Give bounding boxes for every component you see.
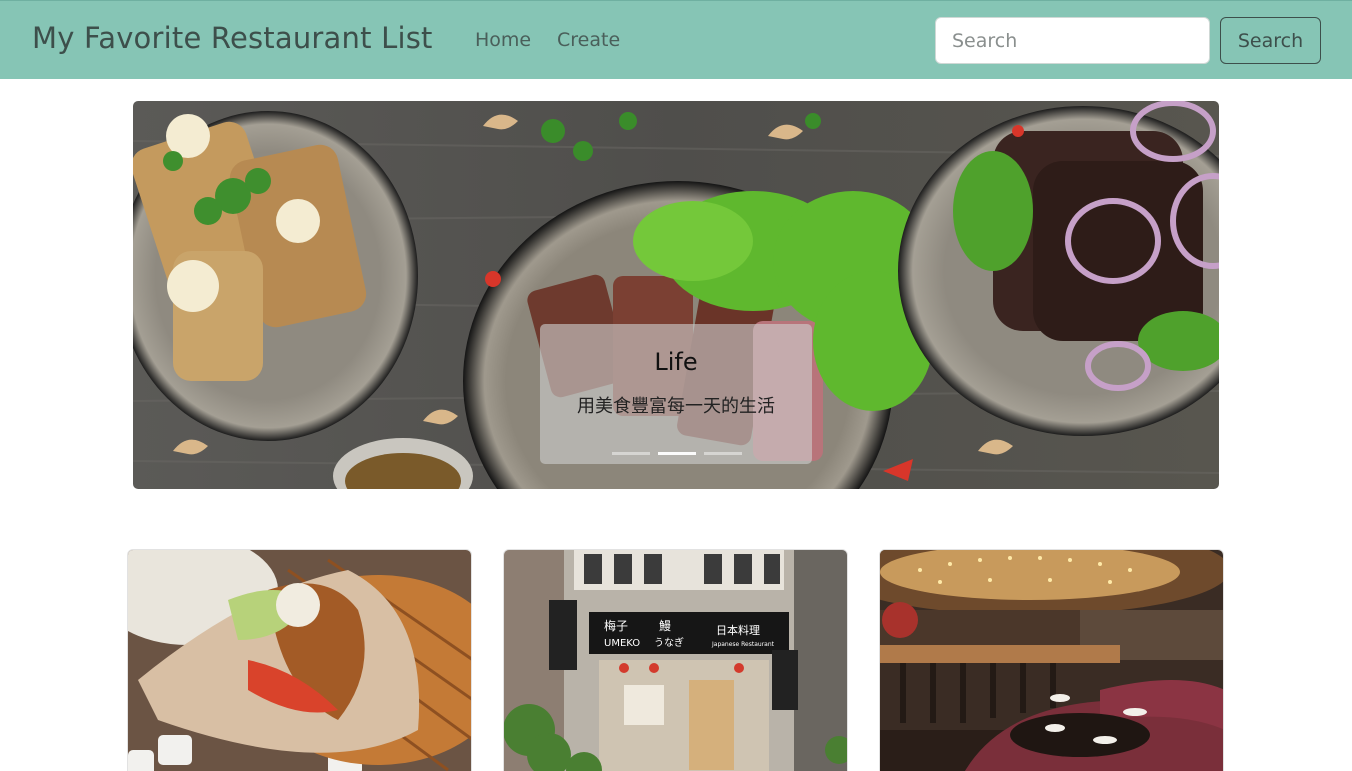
carousel-caption: Life 用美食豐富每一天的生活 [540,324,812,464]
navbar: My Favorite Restaurant List Home Create … [0,0,1352,79]
restaurant-card[interactable] [879,549,1224,771]
restaurant-photo-pita-wrap [128,550,471,771]
restaurant-card[interactable]: 梅子 UMEKO 鰻 うなぎ 日本料理 Japanese Restaurant [503,549,848,771]
sign-text-japanese-restaurant: Japanese Restaurant [711,641,775,648]
sign-text-nihon-ryori: 日本料理 [716,623,760,637]
sign-text-unagi: うなぎ [654,636,684,649]
carousel-caption-text: 用美食豐富每一天的生活 [577,396,775,417]
nav-link-create[interactable]: Create [557,29,620,51]
nav-link-home[interactable]: Home [475,29,531,51]
sign-text-umeko-kanji: 梅子 [604,618,628,633]
hero-carousel[interactable]: Life 用美食豐富每一天的生活 [133,101,1219,489]
search-input[interactable] [935,17,1210,64]
restaurant-card[interactable] [127,549,472,771]
carousel-caption-title: Life [654,348,698,376]
brand-title[interactable]: My Favorite Restaurant List [32,21,433,55]
sign-text-umeko: UMEKO [604,638,640,649]
restaurant-photo-umeko-storefront: 梅子 UMEKO 鰻 うなぎ 日本料理 Japanese Restaurant [504,550,847,771]
search-button[interactable]: Search [1220,17,1321,64]
carousel-indicator-1[interactable] [612,452,650,455]
carousel-indicator-2[interactable] [658,452,696,455]
restaurant-photo-dining-interior [880,550,1223,771]
carousel-indicator-3[interactable] [704,452,742,455]
carousel-indicators [612,452,742,456]
sign-text-unagi-kanji: 鰻 [659,619,671,633]
